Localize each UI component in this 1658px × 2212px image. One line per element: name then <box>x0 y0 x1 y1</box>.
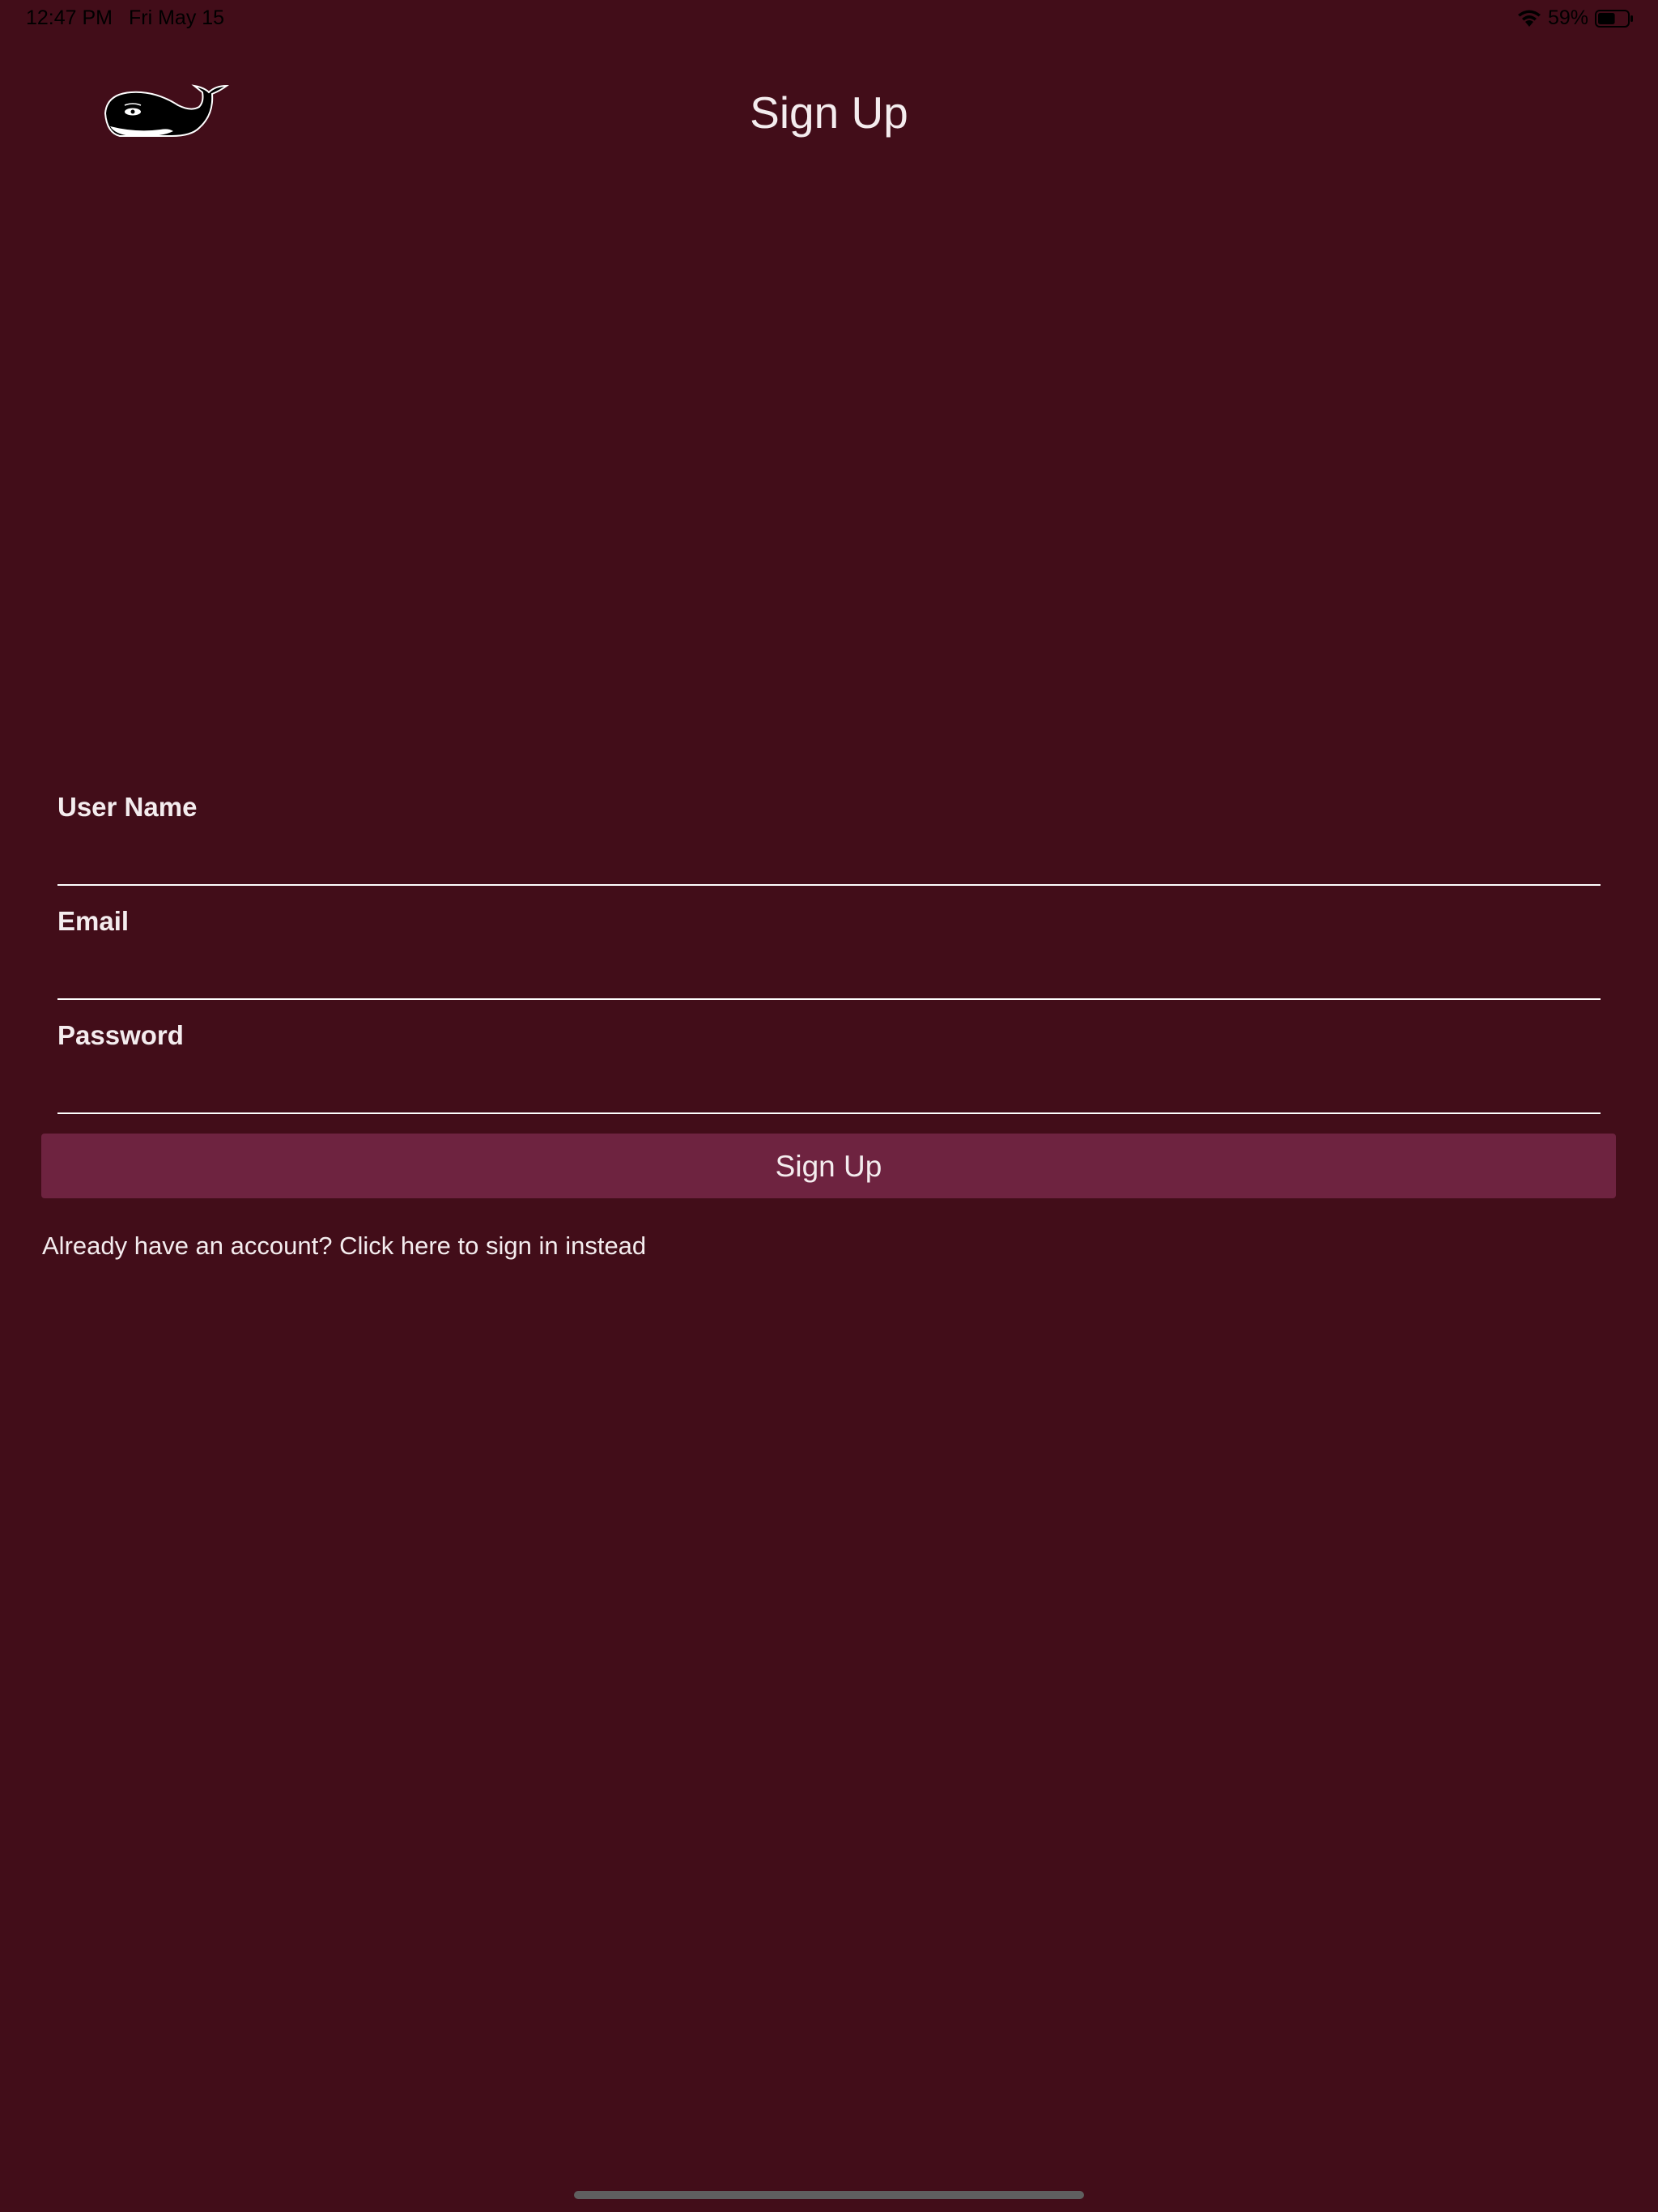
password-label: Password <box>57 1020 184 1050</box>
signin-link[interactable]: Already have an account? Click here to s… <box>42 1231 646 1261</box>
email-field: Email <box>57 900 1601 1014</box>
status-right: 59% <box>1517 6 1634 30</box>
status-bar: 12:47 PM Fri May 15 59% <box>0 0 1658 39</box>
battery-icon <box>1595 9 1633 28</box>
password-field: Password <box>57 1014 1601 1128</box>
status-date: Fri May 15 <box>129 6 225 29</box>
email-input[interactable] <box>57 948 1601 1000</box>
username-input[interactable] <box>57 834 1601 886</box>
signup-button[interactable]: Sign Up <box>41 1134 1616 1198</box>
status-time: 12:47 PM <box>26 6 113 29</box>
password-input[interactable] <box>57 1062 1601 1114</box>
home-indicator[interactable] <box>574 2191 1084 2199</box>
username-label: User Name <box>57 792 198 822</box>
page-title: Sign Up <box>750 87 908 138</box>
wifi-icon <box>1517 10 1541 27</box>
signup-form: User Name Email Password <box>57 785 1601 1128</box>
email-label: Email <box>57 906 130 936</box>
header: Sign Up <box>0 73 1658 154</box>
battery-percent: 59% <box>1547 6 1588 29</box>
username-field: User Name <box>57 785 1601 900</box>
